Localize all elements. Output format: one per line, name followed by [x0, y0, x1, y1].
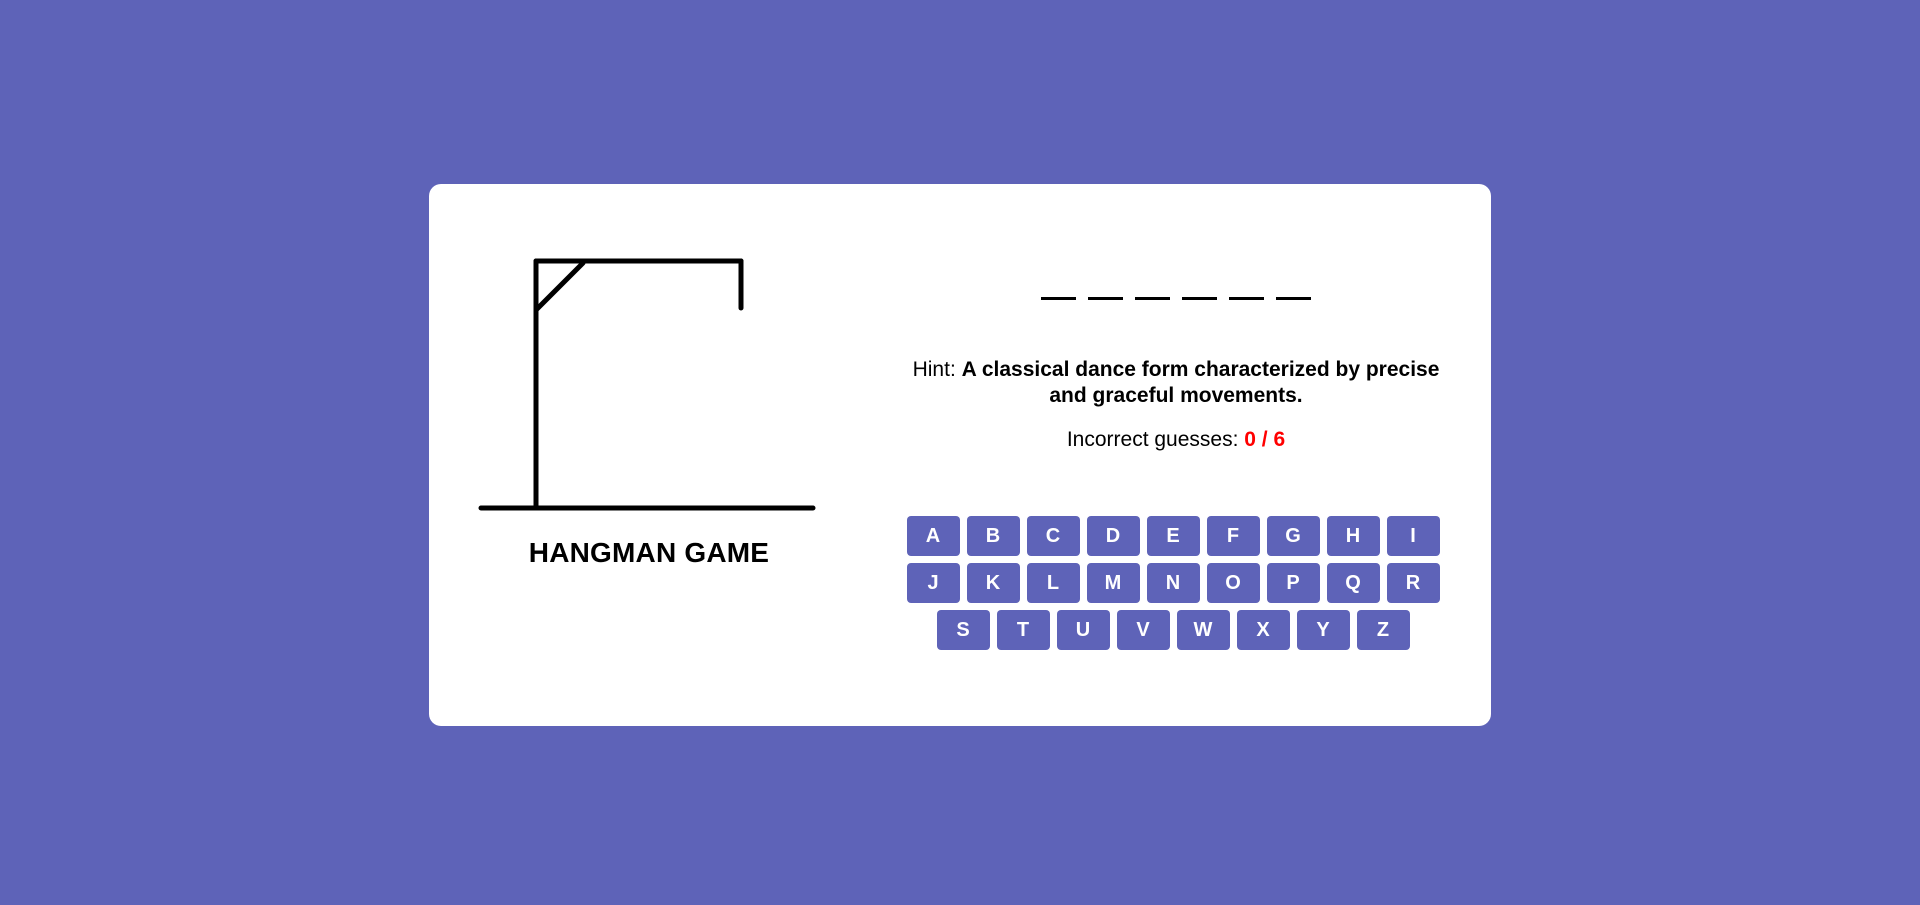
letter-slot [1135, 297, 1170, 300]
key-e[interactable]: E [1146, 516, 1200, 556]
letter-slot [1041, 297, 1076, 300]
key-c[interactable]: C [1026, 516, 1080, 556]
key-m[interactable]: M [1086, 563, 1140, 603]
game-card: HANGMAN GAME Hint: A classical dance for… [429, 184, 1491, 726]
key-q[interactable]: Q [1326, 563, 1380, 603]
key-s[interactable]: S [936, 610, 990, 650]
key-g[interactable]: G [1266, 516, 1320, 556]
game-title: HANGMAN GAME [528, 537, 770, 568]
incorrect-guesses-count: 0 / 6 [1244, 428, 1286, 451]
word-display [901, 294, 1451, 306]
incorrect-guesses: Incorrect guesses: 0 / 6 [901, 428, 1451, 452]
key-x[interactable]: X [1236, 610, 1290, 650]
key-o[interactable]: O [1206, 563, 1260, 603]
key-h[interactable]: H [1326, 516, 1380, 556]
letter-slot [1182, 297, 1217, 300]
gallows-brace [533, 260, 586, 313]
key-y[interactable]: Y [1296, 610, 1350, 650]
hint: Hint: A classical dance form characteriz… [901, 357, 1451, 409]
letter-slot [1088, 297, 1123, 300]
key-f[interactable]: F [1206, 516, 1260, 556]
hint-label: Hint: [912, 358, 962, 381]
key-l[interactable]: L [1026, 563, 1080, 603]
hint-text: A classical dance form characterized by … [961, 358, 1440, 407]
keyboard: ABCDEFGHI JKLMNOPQR STUVWXYZ [905, 516, 1441, 650]
key-r[interactable]: R [1386, 563, 1440, 603]
key-p[interactable]: P [1266, 563, 1320, 603]
key-i[interactable]: I [1386, 516, 1440, 556]
key-u[interactable]: U [1056, 610, 1110, 650]
key-b[interactable]: B [966, 516, 1020, 556]
key-k[interactable]: K [966, 563, 1020, 603]
gallows-icon [478, 258, 816, 511]
key-a[interactable]: A [906, 516, 960, 556]
key-z[interactable]: Z [1356, 610, 1410, 650]
incorrect-guesses-label: Incorrect guesses: [1066, 428, 1245, 451]
key-t[interactable]: T [996, 610, 1050, 650]
key-w[interactable]: W [1176, 610, 1230, 650]
game-box: Hint: A classical dance form characteriz… [901, 294, 1451, 452]
letter-slot [1229, 297, 1264, 300]
letter-slot [1276, 297, 1311, 300]
key-n[interactable]: N [1146, 563, 1200, 603]
key-v[interactable]: V [1116, 610, 1170, 650]
key-d[interactable]: D [1086, 516, 1140, 556]
key-j[interactable]: J [906, 563, 960, 603]
hangman-box: HANGMAN GAME [477, 254, 821, 584]
